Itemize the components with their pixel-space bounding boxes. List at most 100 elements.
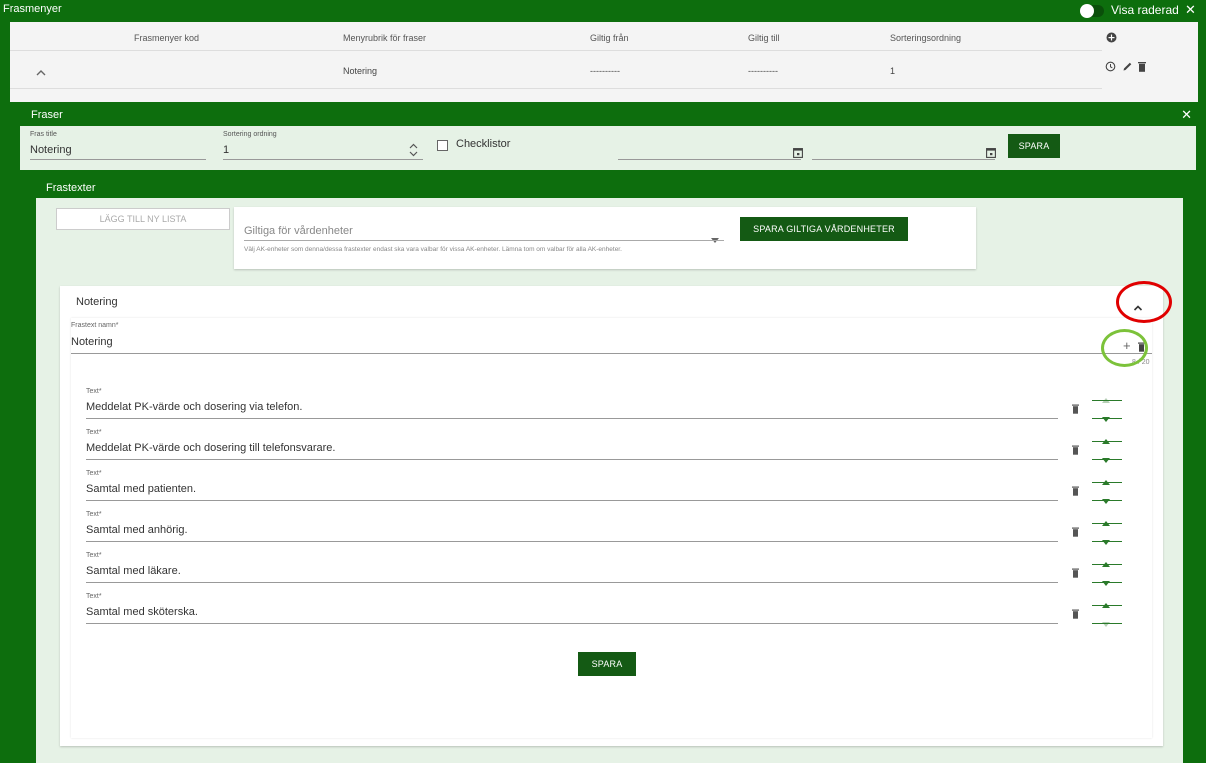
move-up-icon[interactable] [1102,554,1110,572]
input-underline [86,541,1058,542]
stepper-divider [1092,605,1122,606]
column-header-giltig-fran[interactable]: Giltig från [590,33,629,43]
delete-trash-icon[interactable] [1072,442,1079,460]
lagg-till-ny-lista-button[interactable]: LÄGG TILL NY LISTA [56,208,230,230]
add-circle-icon[interactable] [1106,30,1117,48]
delete-trash-icon[interactable] [1072,401,1079,419]
stepper-divider [1092,582,1122,583]
text-input[interactable]: Samtal med sköterska. [86,606,198,618]
sortering-input[interactable]: 1 [223,144,229,156]
right-border [1198,22,1206,102]
visa-raderad-label: Visa raderad [1111,3,1179,17]
text-input[interactable]: Samtal med patienten. [86,483,196,495]
checklistor-checkbox[interactable] [437,140,448,151]
cell-rubrik: Notering [343,66,378,76]
frasmenyer-table: Frasmenyer kod Menyrubrik för fraser Gil… [10,22,1198,102]
stepper-divider [1092,441,1122,442]
move-up-icon[interactable] [1102,513,1110,531]
delete-trash-icon[interactable] [1138,59,1146,77]
move-up-icon[interactable] [1102,472,1110,490]
fraser-form: Fras title Notering Sortering ordning 1 … [20,126,1196,170]
stepper-divider [1092,400,1122,401]
spara-giltiga-button[interactable]: SPARA GILTIGA VÅRDENHETER [740,217,908,241]
delete-trash-icon[interactable] [1072,565,1079,583]
section-title: Notering [76,296,118,308]
fraser-panel: Fraser ✕ Fras title Notering Sortering o… [10,102,1206,763]
close-icon[interactable]: ✕ [1181,107,1192,123]
column-header-sortering[interactable]: Sorteringsordning [890,33,961,43]
text-row: Text* Meddelat PK-värde och dosering via… [86,388,1152,428]
calendar-icon[interactable] [793,145,803,163]
stepper-divider [1092,482,1122,483]
frastext-namn-input[interactable]: Notering [71,336,113,348]
frastexter-title: Frastexter [46,182,96,194]
text-label: Text* [86,593,102,600]
visa-raderad-toggle[interactable] [1080,4,1104,18]
input-underline [86,582,1058,583]
stepper-divider [1092,564,1122,565]
fras-title-input[interactable]: Notering [30,144,72,156]
text-row: Text* Samtal med sköterska. [86,593,1152,633]
delete-trash-icon[interactable] [1072,483,1079,501]
frastext-card: Frastext namn* Notering + 8 / 20 Text* M… [71,318,1152,738]
text-label: Text* [86,552,102,559]
column-header-giltig-till[interactable]: Giltig till [748,33,780,43]
history-icon[interactable] [1105,59,1116,77]
notering-section: Notering Frastext namn* Notering + 8 / 2… [60,286,1163,746]
giltiga-vardenheter-card: Giltiga för vårdenheter Välj AK-enheter … [234,207,976,269]
expand-row-chevron-icon[interactable] [36,64,46,82]
text-input[interactable]: Meddelat PK-värde och dosering via telef… [86,401,302,413]
input-underline [30,159,206,160]
input-underline [86,418,1058,419]
text-input[interactable]: Meddelat PK-värde och dosering till tele… [86,442,335,454]
annotation-circle-green [1101,329,1148,367]
giltiga-hint: Välj AK-enheter som denna/dessa frastext… [244,246,622,253]
text-row: Text* Samtal med läkare. [86,552,1152,592]
move-up-icon[interactable] [1102,431,1110,449]
stepper-divider [1092,418,1122,419]
input-underline [86,459,1058,460]
stepper-divider [1092,623,1122,624]
cell-giltig-fran: ---------- [590,66,620,76]
calendar-icon[interactable] [986,145,996,163]
giltig-fran-underline [618,159,801,160]
giltig-till-underline [812,159,995,160]
left-border [0,22,10,763]
text-row: Text* Meddelat PK-värde och dosering til… [86,429,1152,469]
close-icon[interactable]: ✕ [1185,2,1196,18]
input-underline [223,159,423,160]
stepper-divider [1092,523,1122,524]
move-up-icon[interactable] [1102,390,1110,408]
text-input[interactable]: Samtal med anhörig. [86,524,188,536]
text-label: Text* [86,429,102,436]
column-header-rubrik[interactable]: Menyrubrik för fraser [343,33,426,43]
annotation-circle-red [1116,281,1172,323]
cell-sortering: 1 [890,66,896,76]
fraser-title: Fraser [31,109,63,121]
sortering-label: Sortering ordning [223,131,277,138]
spara-fras-button[interactable]: SPARA [1008,134,1060,158]
toggle-knob [1080,4,1094,18]
input-underline [71,353,1152,354]
move-up-icon[interactable] [1102,595,1110,613]
text-row: Text* Samtal med patienten. [86,470,1152,510]
column-header-kod[interactable]: Frasmenyer kod [134,33,199,43]
text-label: Text* [86,470,102,477]
text-label: Text* [86,388,102,395]
delete-trash-icon[interactable] [1072,606,1079,624]
edit-pencil-icon[interactable] [1122,59,1133,77]
input-underline [86,623,1058,624]
delete-trash-icon[interactable] [1072,524,1079,542]
frasmenyer-header: Frasmenyer Visa raderad ✕ [0,0,1206,22]
giltiga-vardenheter-select[interactable]: Giltiga för vårdenheter [244,225,353,237]
text-input[interactable]: Samtal med läkare. [86,565,181,577]
spara-frastext-button[interactable]: SPARA [578,652,636,676]
text-row: Text* Samtal med anhörig. [86,511,1152,551]
frastext-namn-label: Frastext namn* [71,322,119,329]
frastexter-panel: LÄGG TILL NY LISTA Giltiga för vårdenhet… [36,198,1183,763]
stepper-divider [1092,459,1122,460]
cell-giltig-till: ---------- [748,66,778,76]
stepper-divider [1092,500,1122,501]
divider [10,88,1102,89]
text-label: Text* [86,511,102,518]
